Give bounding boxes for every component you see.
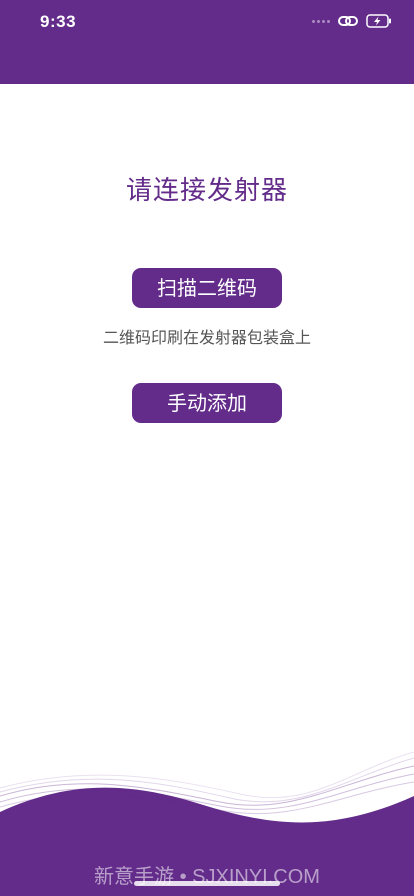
- manual-add-button[interactable]: 手动添加: [132, 383, 282, 423]
- status-bar: 9:33: [0, 0, 414, 84]
- qr-hint-text: 二维码印刷在发射器包装盒上: [102, 328, 311, 347]
- home-indicator[interactable]: [134, 881, 280, 886]
- battery-charging-icon: [366, 14, 391, 28]
- scan-qr-button[interactable]: 扫描二维码: [132, 268, 282, 308]
- status-icons: [312, 14, 392, 28]
- signal-dots-icon: [312, 19, 330, 23]
- link-icon: [338, 16, 358, 26]
- page-title: 请连接发射器: [125, 176, 288, 206]
- status-time: 9:33: [40, 12, 77, 31]
